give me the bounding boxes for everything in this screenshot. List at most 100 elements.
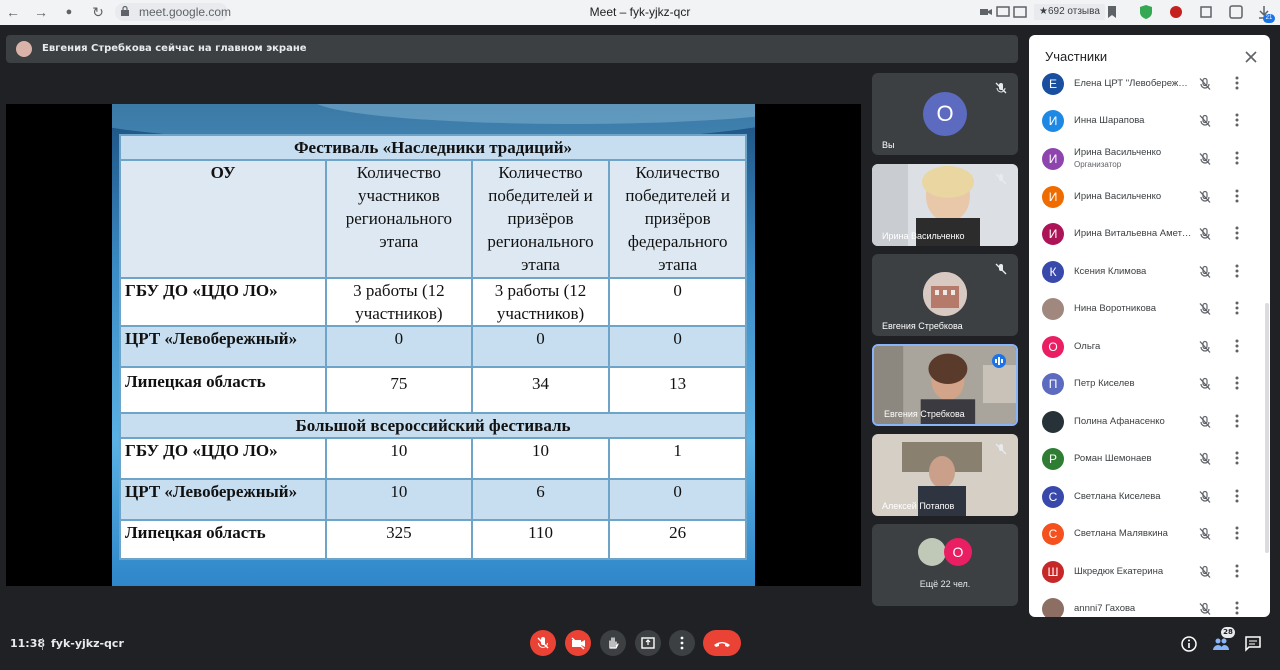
participant-name-text: annni7 Гахова (1074, 603, 1136, 614)
mic-off-icon[interactable] (1198, 114, 1212, 128)
participant-row[interactable]: Р Роман Шемонаев (1029, 440, 1270, 477)
close-icon[interactable] (1245, 51, 1257, 63)
info-icon[interactable] (1180, 635, 1198, 653)
participant-row[interactable]: И Ирина Васильченко (1029, 178, 1270, 215)
chat-icon[interactable] (1244, 635, 1262, 653)
participant-row[interactable]: И Инна Шарапова (1029, 102, 1270, 139)
cast-icon[interactable] (1012, 4, 1028, 20)
participant-tile-speaking[interactable]: Евгения Стребкова (872, 344, 1018, 426)
participant-row[interactable]: К Ксения Климова (1029, 253, 1270, 290)
participant-avatar (1042, 411, 1064, 433)
participant-row[interactable]: И Ирина Васильченко Организатор (1029, 140, 1270, 177)
participant-name: Светлана Малявкина (1074, 515, 1192, 552)
more-participants-tile[interactable]: О Ещё 22 чел. (872, 524, 1018, 606)
camera-icon[interactable] (978, 4, 994, 20)
table-cell: 13 (608, 366, 747, 414)
more-vert-icon[interactable] (1235, 414, 1239, 428)
participant-name-text: Нина Воротникова (1074, 303, 1156, 314)
participant-name: Роман Шемонаев (1074, 440, 1192, 477)
reviews-badge[interactable]: ★692 отзыва (1034, 4, 1105, 20)
adblock-shield-icon[interactable] (1138, 4, 1154, 20)
mic-off-icon[interactable] (1198, 452, 1212, 466)
mic-off-icon[interactable] (1198, 527, 1212, 541)
camera-toggle-button[interactable] (565, 630, 591, 656)
self-avatar: О (923, 92, 967, 136)
more-vert-icon[interactable] (1235, 564, 1239, 578)
present-screen-button[interactable] (635, 630, 661, 656)
download-count-badge: 21 (1263, 14, 1275, 23)
panel-scrollbar[interactable] (1265, 303, 1269, 553)
extension-icon[interactable] (1168, 4, 1184, 20)
mic-off-icon[interactable] (1198, 227, 1212, 241)
more-vert-icon[interactable] (1235, 489, 1239, 503)
participant-name: Ольга (1074, 328, 1192, 365)
table-section-title: Фестиваль «Наследники традиций» (119, 134, 747, 161)
participant-name-text: Ксения Климова (1074, 266, 1147, 277)
presentation-slide: Фестиваль «Наследники традиций» ОУ Колич… (112, 104, 755, 586)
mic-off-icon[interactable] (1198, 490, 1212, 504)
leave-call-button[interactable] (703, 630, 741, 656)
participant-tile[interactable]: Алексей Потапов (872, 434, 1018, 516)
participant-row[interactable]: Нина Воротникова (1029, 290, 1270, 327)
participants-list: Е Елена ЦРТ "Левобережный" И Инна Шарапова И… (1029, 72, 1270, 617)
more-vert-icon[interactable] (1235, 339, 1239, 353)
mic-off-icon (995, 443, 1007, 455)
more-vert-icon[interactable] (1235, 189, 1239, 203)
more-vert-icon[interactable] (1235, 601, 1239, 615)
mic-off-icon[interactable] (1198, 415, 1212, 429)
participant-row[interactable]: Полина Афанасенко (1029, 403, 1270, 440)
more-vert-icon[interactable] (1235, 451, 1239, 465)
participant-name-text: Роман Шемонаев (1074, 453, 1152, 464)
tile-name: Ирина Васильченко (882, 231, 965, 241)
participant-row[interactable]: Ш Шкредюк Екатерина (1029, 553, 1270, 590)
mic-off-icon[interactable] (1198, 602, 1212, 616)
participant-tile[interactable]: Евгения Стребкова (872, 254, 1018, 336)
more-vert-icon[interactable] (1235, 301, 1239, 315)
raise-hand-button[interactable] (600, 630, 626, 656)
participant-row[interactable]: Е Елена ЦРТ "Левобережный" (1029, 65, 1270, 102)
mic-off-icon[interactable] (1198, 190, 1212, 204)
puzzle-icon[interactable] (1198, 4, 1214, 20)
table-row: ГБУ ДО «ЦДО ЛО» 10 10 1 (118, 437, 747, 480)
mic-off-icon[interactable] (1198, 302, 1212, 316)
mic-off-icon[interactable] (1198, 565, 1212, 579)
more-options-button[interactable] (669, 630, 695, 656)
people-count-badge: 28 (1221, 627, 1235, 638)
screen-share-icon[interactable] (995, 4, 1011, 20)
participant-row[interactable]: И Ирина Витальевна Аметова (1029, 215, 1270, 252)
self-tile[interactable]: О Вы (872, 73, 1018, 155)
participant-row[interactable]: annni7 Гахова (1029, 590, 1270, 617)
participant-avatar (918, 538, 946, 566)
mic-off-icon[interactable] (1198, 340, 1212, 354)
more-vert-icon[interactable] (1235, 526, 1239, 540)
participant-tile[interactable]: Ирина Васильченко (872, 164, 1018, 246)
more-vert-icon[interactable] (1235, 113, 1239, 127)
participant-name: Нина Воротникова (1074, 290, 1192, 327)
tile-name: Евгения Стребкова (884, 409, 965, 419)
participant-row[interactable]: С Светлана Малявкина (1029, 515, 1270, 552)
participant-name-text: Инна Шарапова (1074, 115, 1145, 126)
more-vert-icon[interactable] (1235, 376, 1239, 390)
mic-toggle-button[interactable] (530, 630, 556, 656)
presenter-avatar (16, 41, 32, 57)
participant-row[interactable]: О Ольга (1029, 328, 1270, 365)
participant-row[interactable]: П Петр Киселев (1029, 365, 1270, 402)
table-cell: 0 (608, 325, 747, 368)
mic-off-icon[interactable] (1198, 377, 1212, 391)
more-vert-icon[interactable] (1235, 264, 1239, 278)
more-vert-icon[interactable] (1235, 226, 1239, 240)
mic-off-icon[interactable] (1198, 152, 1212, 166)
table-row: ЦРТ «Левобережный» 10 6 0 (118, 478, 747, 521)
participant-name-text: Ольга (1074, 341, 1101, 352)
mic-off-icon[interactable] (1198, 77, 1212, 91)
bookmark-icon[interactable] (1104, 4, 1120, 20)
table-cell: 3 работы (12 участников) (470, 277, 611, 327)
participant-name-text: Ирина Витальевна Аметова (1074, 228, 1192, 239)
participant-row[interactable]: С Светлана Киселева (1029, 478, 1270, 515)
participant-name: Шкредюк Екатерина (1074, 553, 1192, 590)
table-cell: 26 (608, 519, 747, 560)
more-vert-icon[interactable] (1235, 76, 1239, 90)
more-vert-icon[interactable] (1235, 151, 1239, 165)
extensions-grid-icon[interactable] (1228, 4, 1244, 20)
mic-off-icon[interactable] (1198, 265, 1212, 279)
